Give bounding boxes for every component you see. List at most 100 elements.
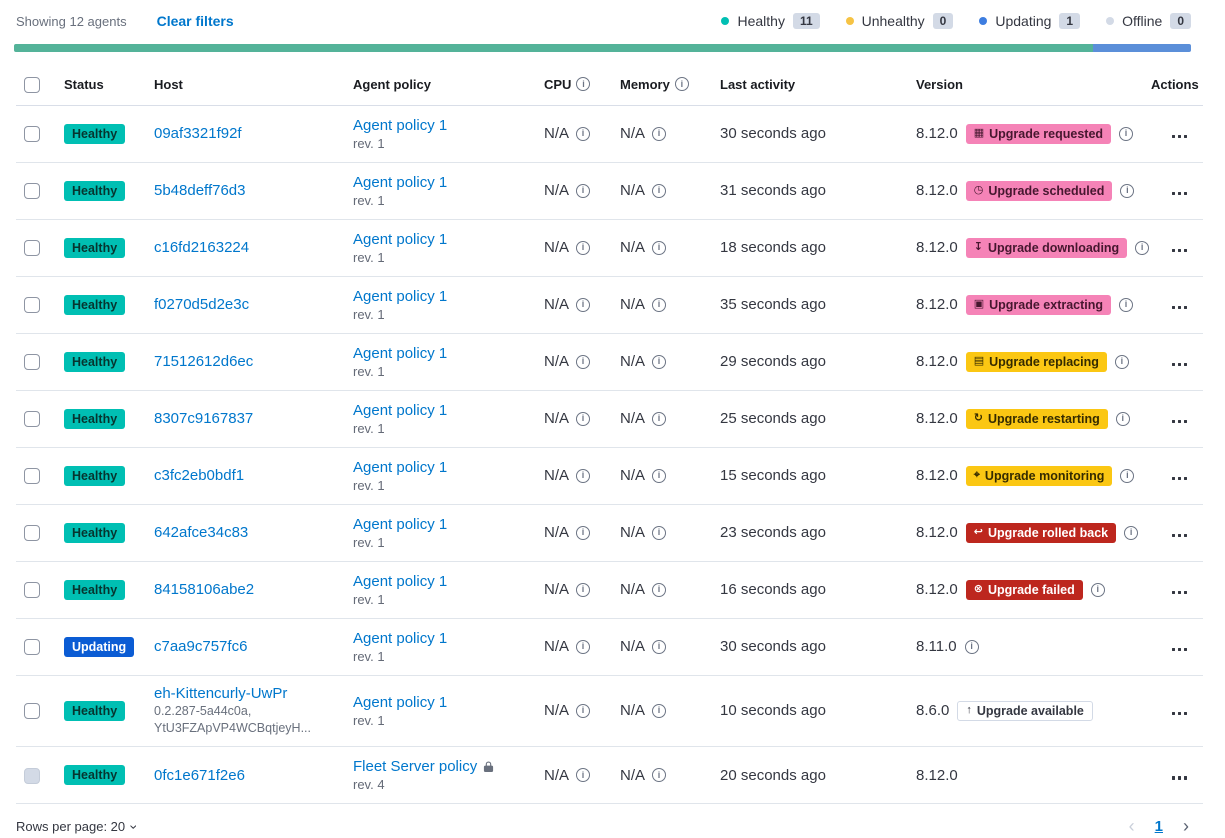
legend-item-unhealthy[interactable]: Unhealthy 0 bbox=[846, 13, 954, 29]
row-checkbox[interactable] bbox=[24, 768, 40, 784]
upgrade-info-icon[interactable]: i bbox=[1124, 526, 1138, 540]
upgrade-info-icon[interactable]: i bbox=[1091, 583, 1105, 597]
row-actions-button[interactable] bbox=[1168, 699, 1192, 722]
column-header-status[interactable]: Status bbox=[56, 64, 146, 105]
row-checkbox[interactable] bbox=[24, 183, 40, 199]
page-number-current[interactable]: 1 bbox=[1155, 818, 1163, 835]
info-icon[interactable]: i bbox=[576, 412, 590, 426]
info-icon[interactable]: i bbox=[576, 469, 590, 483]
host-link[interactable]: 0fc1e671f2e6 bbox=[154, 767, 245, 784]
column-header-policy[interactable]: Agent policy bbox=[345, 64, 536, 105]
host-link[interactable]: 5b48deff76d3 bbox=[154, 182, 246, 199]
row-checkbox[interactable] bbox=[24, 582, 40, 598]
info-icon[interactable]: i bbox=[576, 640, 590, 654]
info-icon[interactable]: i bbox=[576, 583, 590, 597]
host-link[interactable]: 642afce34c83 bbox=[154, 524, 248, 541]
agent-policy-link[interactable]: Agent policy 1 bbox=[353, 345, 447, 362]
host-link[interactable]: c3fc2eb0bdf1 bbox=[154, 467, 244, 484]
info-icon[interactable]: i bbox=[576, 127, 590, 141]
row-checkbox[interactable] bbox=[24, 525, 40, 541]
row-actions-button[interactable] bbox=[1168, 464, 1192, 487]
info-icon[interactable]: i bbox=[652, 469, 666, 483]
row-checkbox[interactable] bbox=[24, 354, 40, 370]
next-page-button[interactable]: › bbox=[1183, 816, 1189, 837]
info-icon[interactable]: i bbox=[652, 640, 666, 654]
agent-policy-link[interactable]: Agent policy 1 bbox=[353, 516, 447, 533]
info-icon[interactable]: i bbox=[652, 768, 666, 782]
info-icon[interactable]: i bbox=[652, 184, 666, 198]
info-icon[interactable]: i bbox=[675, 77, 689, 91]
info-icon[interactable]: i bbox=[652, 355, 666, 369]
info-icon[interactable]: i bbox=[652, 526, 666, 540]
info-icon[interactable]: i bbox=[576, 355, 590, 369]
agent-policy-link[interactable]: Agent policy 1 bbox=[353, 174, 447, 191]
info-icon[interactable]: i bbox=[652, 412, 666, 426]
row-actions-button[interactable] bbox=[1168, 635, 1192, 658]
row-actions-button[interactable] bbox=[1168, 236, 1192, 259]
row-actions-button[interactable] bbox=[1168, 179, 1192, 202]
info-icon[interactable]: i bbox=[576, 298, 590, 312]
row-actions-button[interactable] bbox=[1168, 521, 1192, 544]
column-header-memory[interactable]: Memoryi bbox=[612, 64, 712, 105]
row-actions-button[interactable] bbox=[1168, 407, 1192, 430]
row-checkbox[interactable] bbox=[24, 240, 40, 256]
info-icon[interactable]: i bbox=[652, 583, 666, 597]
host-link[interactable]: f0270d5d2e3c bbox=[154, 296, 249, 313]
host-link[interactable]: eh-Kittencurly-UwPr bbox=[154, 685, 287, 702]
column-header-cpu[interactable]: CPUi bbox=[536, 64, 612, 105]
version-info-icon[interactable]: i bbox=[965, 640, 979, 654]
upgrade-info-icon[interactable]: i bbox=[1120, 469, 1134, 483]
agent-policy-link[interactable]: Fleet Server policy bbox=[353, 758, 477, 775]
row-actions-button[interactable] bbox=[1168, 578, 1192, 601]
legend-item-updating[interactable]: Updating 1 bbox=[979, 13, 1080, 29]
host-link[interactable]: 09af3321f92f bbox=[154, 125, 242, 142]
info-icon[interactable]: i bbox=[576, 77, 590, 91]
upgrade-info-icon[interactable]: i bbox=[1119, 298, 1133, 312]
row-actions-button[interactable] bbox=[1168, 122, 1192, 145]
host-link[interactable]: 84158106abe2 bbox=[154, 581, 254, 598]
info-icon[interactable]: i bbox=[652, 241, 666, 255]
agent-policy-link[interactable]: Agent policy 1 bbox=[353, 694, 447, 711]
info-icon[interactable]: i bbox=[576, 768, 590, 782]
row-checkbox[interactable] bbox=[24, 126, 40, 142]
upgrade-info-icon[interactable]: i bbox=[1119, 127, 1133, 141]
row-checkbox[interactable] bbox=[24, 297, 40, 313]
host-link[interactable]: 8307c9167837 bbox=[154, 410, 253, 427]
agent-policy-link[interactable]: Agent policy 1 bbox=[353, 288, 447, 305]
info-icon[interactable]: i bbox=[652, 298, 666, 312]
upgrade-info-icon[interactable]: i bbox=[1135, 241, 1149, 255]
row-checkbox[interactable] bbox=[24, 411, 40, 427]
info-icon[interactable]: i bbox=[652, 704, 666, 718]
clear-filters-button[interactable]: Clear filters bbox=[157, 13, 234, 29]
agent-policy-link[interactable]: Agent policy 1 bbox=[353, 117, 447, 134]
column-header-version[interactable]: Version bbox=[908, 64, 1143, 105]
info-icon[interactable]: i bbox=[576, 526, 590, 540]
info-icon[interactable]: i bbox=[576, 241, 590, 255]
row-actions-button[interactable] bbox=[1168, 350, 1192, 373]
info-icon[interactable]: i bbox=[576, 184, 590, 198]
agent-policy-link[interactable]: Agent policy 1 bbox=[353, 231, 447, 248]
row-actions-button[interactable] bbox=[1168, 764, 1192, 787]
host-link[interactable]: c16fd2163224 bbox=[154, 239, 249, 256]
row-checkbox[interactable] bbox=[24, 468, 40, 484]
agent-policy-link[interactable]: Agent policy 1 bbox=[353, 402, 447, 419]
legend-item-offline[interactable]: Offline 0 bbox=[1106, 13, 1191, 29]
row-checkbox[interactable] bbox=[24, 639, 40, 655]
agent-policy-link[interactable]: Agent policy 1 bbox=[353, 459, 447, 476]
info-icon[interactable]: i bbox=[652, 127, 666, 141]
rows-per-page-button[interactable]: Rows per page: 20 › bbox=[16, 819, 137, 835]
column-header-last-activity[interactable]: Last activity bbox=[712, 64, 908, 105]
host-link[interactable]: 71512612d6ec bbox=[154, 353, 253, 370]
row-checkbox[interactable] bbox=[24, 703, 40, 719]
info-icon[interactable]: i bbox=[576, 704, 590, 718]
agent-policy-link[interactable]: Agent policy 1 bbox=[353, 630, 447, 647]
select-all-checkbox[interactable] bbox=[24, 77, 40, 93]
column-header-host[interactable]: Host bbox=[146, 64, 345, 105]
legend-item-healthy[interactable]: Healthy 11 bbox=[721, 13, 819, 29]
agent-policy-link[interactable]: Agent policy 1 bbox=[353, 573, 447, 590]
upgrade-info-icon[interactable]: i bbox=[1115, 355, 1129, 369]
upgrade-info-icon[interactable]: i bbox=[1116, 412, 1130, 426]
host-link[interactable]: c7aa9c757fc6 bbox=[154, 638, 247, 655]
upgrade-info-icon[interactable]: i bbox=[1120, 184, 1134, 198]
row-actions-button[interactable] bbox=[1168, 293, 1192, 316]
